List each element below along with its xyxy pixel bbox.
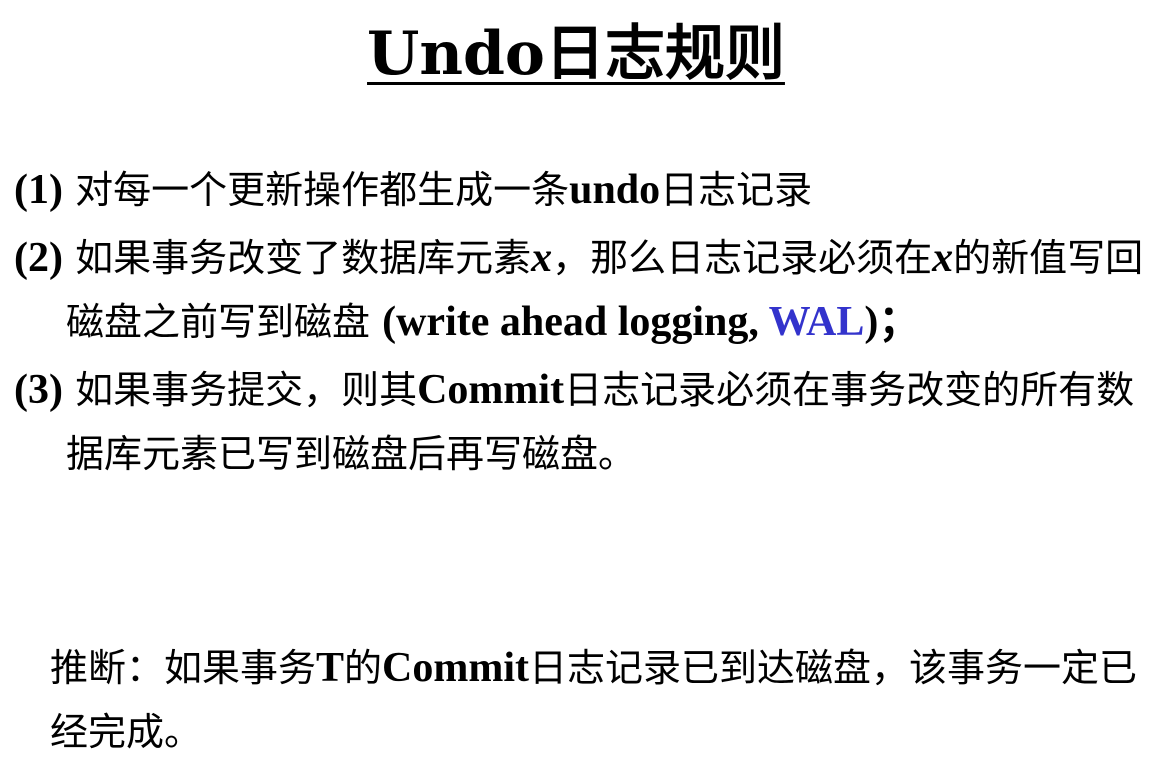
inference-text-c: 的: [344, 646, 383, 690]
rule-3: (3) 如果事务提交，则其Commit日志记录必须在事务改变的所有数据库元素已写…: [14, 358, 1144, 486]
rule-2-number: (2): [14, 235, 63, 281]
rule-2-text-b: ，那么日志记录必须在: [552, 236, 933, 280]
rule-3-number: (3): [14, 367, 63, 413]
inference-text-a: 推断：如果事务: [50, 646, 317, 690]
slide: Undo日志规则 (1) 对每一个更新操作都生成一条undo日志记录 (2) 如…: [0, 0, 1152, 782]
rule-1-text-b: undo: [569, 167, 661, 213]
rule-1: (1) 对每一个更新操作都生成一条undo日志记录: [14, 158, 1144, 222]
rules-list: (1) 对每一个更新操作都生成一条undo日志记录 (2) 如果事务改变了数据库…: [14, 158, 1144, 490]
rule-3-text-b: Commit: [417, 367, 565, 413]
wal-highlight: WAL: [768, 299, 865, 345]
slide-title-text: Undo日志规则: [367, 19, 785, 89]
slide-title: Undo日志规则: [0, 12, 1152, 96]
rule-1-text-c: 日志记录: [660, 168, 813, 212]
inference-note: 推断：如果事务T的Commit日志记录已到达磁盘，该事务一定已经完成。: [50, 636, 1150, 764]
inference-text-b: T: [316, 645, 345, 691]
rule-2-text-e: )；: [864, 299, 921, 345]
rule-2-variable-1: x: [531, 235, 553, 281]
rule-2-text-a: 如果事务改变了数据库元素: [75, 236, 532, 280]
inference-text-d: Commit: [382, 645, 530, 691]
rule-2-text-d: (write ahead logging,: [382, 299, 769, 345]
rule-2-variable-2: x: [932, 235, 954, 281]
rule-2: (2) 如果事务改变了数据库元素x，那么日志记录必须在x的新值写回磁盘之前写到磁…: [14, 226, 1144, 354]
rule-3-text-a: 如果事务提交，则其: [75, 368, 418, 412]
rule-1-number: (1): [14, 167, 63, 213]
rule-1-text-a: 对每一个更新操作都生成一条: [75, 168, 570, 212]
